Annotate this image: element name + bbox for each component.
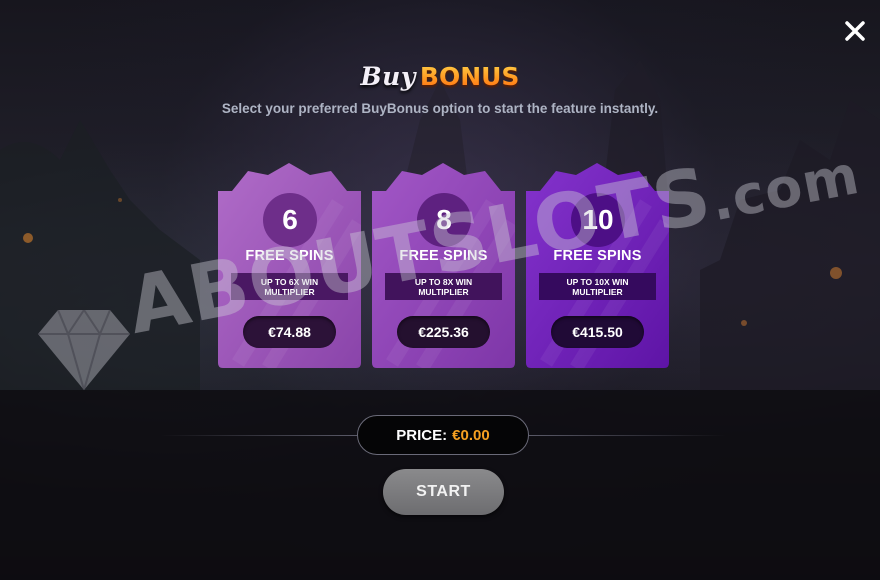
price-divider-left [160,435,357,436]
multiplier-line1: UP TO 8X WIN [414,276,473,287]
multiplier-line2: MULTIPLIER [572,286,623,297]
free-spins-label: FREE SPINS [553,248,642,264]
total-price-display: PRICE: €0.00 [357,415,529,455]
multiplier-line2: MULTIPLIER [264,286,315,297]
multiplier-line1: UP TO 10X WIN [566,276,629,287]
option-price-button[interactable]: €415.50 [551,316,644,348]
start-button[interactable]: START [383,469,504,515]
multiplier-line1: UP TO 6X WIN [260,276,319,287]
title-bonus: BONUS [419,62,520,91]
spins-count-badge: 10 [571,193,625,247]
multiplier-label: UP TO 8X WIN MULTIPLIER [385,273,502,300]
title-buy: Buy [360,62,416,91]
bonus-option-10-spins[interactable]: 10 FREE SPINS UP TO 10X WIN MULTIPLIER €4… [526,163,669,368]
price-label: PRICE: [396,426,448,444]
multiplier-label: UP TO 10X WIN MULTIPLIER [539,273,656,300]
bonus-option-8-spins[interactable]: 8 FREE SPINS UP TO 8X WIN MULTIPLIER €225… [372,163,515,368]
spins-count-badge: 8 [417,193,471,247]
subtitle: Select your preferred BuyBonus option to… [221,101,659,116]
free-spins-label: FREE SPINS [399,248,488,264]
buy-bonus-title: Buy BONUS [0,62,880,91]
multiplier-line2: MULTIPLIER [418,286,469,297]
multiplier-label: UP TO 6X WIN MULTIPLIER [231,273,348,300]
spins-count-badge: 6 [263,193,317,247]
free-spins-label: FREE SPINS [245,248,334,264]
close-icon [845,21,865,41]
close-button[interactable] [842,18,868,44]
price-divider-right [529,435,726,436]
option-price-button[interactable]: €225.36 [397,316,490,348]
price-value: €0.00 [452,426,490,444]
bonus-option-6-spins[interactable]: 6 FREE SPINS UP TO 6X WIN MULTIPLIER €74.… [218,163,361,368]
option-price-button[interactable]: €74.88 [243,316,336,348]
